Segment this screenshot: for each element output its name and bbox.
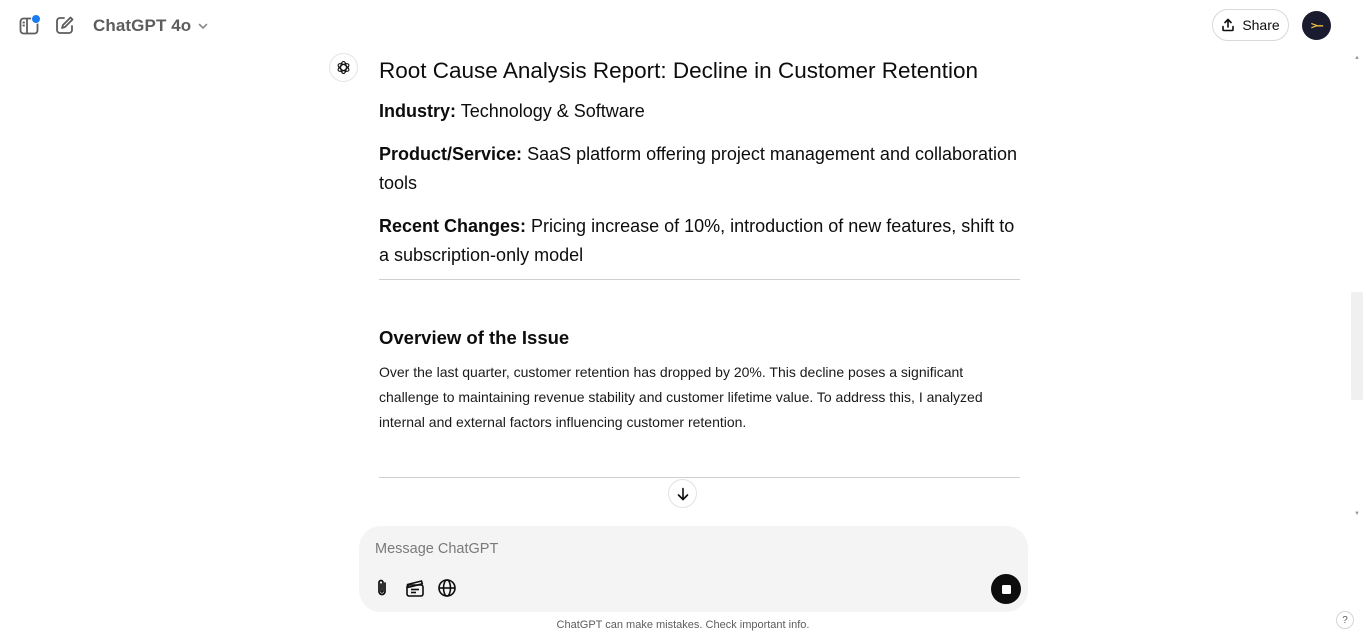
- share-icon: [1222, 18, 1235, 32]
- report-title: Root Cause Analysis Report: Decline in C…: [379, 58, 979, 83]
- search-web-button[interactable]: [435, 576, 459, 600]
- page-scrollbar-thumb[interactable]: [1351, 292, 1363, 400]
- divider: [379, 477, 1020, 478]
- sidebar-toggle-button[interactable]: [16, 14, 42, 38]
- stop-icon: [1001, 584, 1011, 594]
- assistant-avatar: [329, 53, 358, 82]
- user-avatar[interactable]: >–: [1302, 11, 1331, 40]
- field-label: Product/Service:: [379, 144, 523, 164]
- field-label: Industry:: [379, 101, 457, 121]
- model-name: ChatGPT 4o: [93, 16, 192, 35]
- arrow-down-icon: [677, 487, 688, 500]
- message-composer: [359, 526, 1028, 612]
- notification-dot: [31, 14, 41, 24]
- field-label: Recent Changes:: [379, 216, 527, 236]
- divider: [379, 279, 1020, 280]
- section-heading: Overview of the Issue: [379, 327, 570, 348]
- assistant-message: Root Cause Analysis Report: Decline in C…: [379, 54, 1020, 270]
- scroll-to-bottom-button[interactable]: [668, 479, 697, 508]
- openai-logo-icon: [337, 60, 350, 75]
- message-input[interactable]: [375, 539, 935, 559]
- new-chat-button[interactable]: [53, 13, 77, 37]
- attach-button[interactable]: [370, 576, 394, 600]
- avatar-glyph: >–: [1310, 19, 1323, 32]
- edit-icon: [56, 16, 74, 34]
- field-recent-changes: Recent Changes: Pricing increase of 10%,…: [379, 212, 1020, 270]
- section-paragraph: Over the last quarter, customer retentio…: [379, 364, 983, 430]
- scroll-down-arrow-icon[interactable]: ▼: [1354, 511, 1360, 517]
- clapperboard-icon: [406, 580, 424, 597]
- scroll-up-arrow-icon[interactable]: ▲: [1354, 55, 1360, 61]
- field-value: Technology & Software: [456, 101, 645, 121]
- media-tool-button[interactable]: [403, 576, 427, 600]
- paperclip-icon: [378, 579, 386, 596]
- top-bar: ChatGPT 4o Share >–: [0, 0, 1366, 52]
- chevron-down-icon: [198, 23, 208, 30]
- field-product-service: Product/Service: SaaS platform offering …: [379, 140, 1020, 198]
- disclaimer: ChatGPT can make mistakes. Check importa…: [556, 619, 810, 631]
- field-industry: Industry: Technology & Software: [379, 97, 1020, 126]
- help-button[interactable]: ?: [1336, 611, 1354, 629]
- stop-generating-button[interactable]: [991, 574, 1021, 604]
- share-label: Share: [1242, 17, 1280, 33]
- globe-icon: [438, 579, 456, 597]
- share-button[interactable]: Share: [1212, 9, 1289, 41]
- model-switcher[interactable]: ChatGPT 4o: [86, 12, 216, 40]
